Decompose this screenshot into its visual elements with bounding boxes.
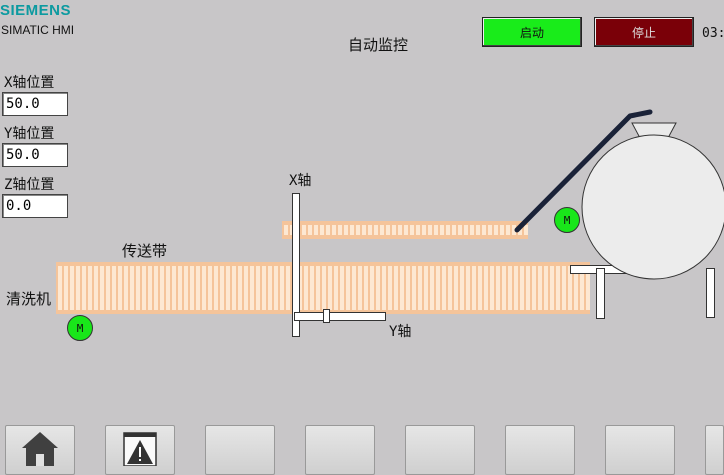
alarm-icon <box>120 426 160 470</box>
process-graphics <box>514 109 724 280</box>
conveyor-motor[interactable]: M <box>67 315 93 341</box>
nav-button-6[interactable] <box>505 425 575 475</box>
nav-button-4[interactable] <box>305 425 375 475</box>
nav-button-3[interactable] <box>205 425 275 475</box>
nav-button-7[interactable] <box>605 425 675 475</box>
nav-button-alarm[interactable] <box>105 425 175 475</box>
home-icon <box>20 426 60 470</box>
nav-button-5[interactable] <box>405 425 475 475</box>
tank-body <box>581 134 724 280</box>
tank-motor[interactable]: M <box>554 207 580 233</box>
nav-button-8[interactable] <box>705 425 724 475</box>
nav-button-home[interactable] <box>5 425 75 475</box>
